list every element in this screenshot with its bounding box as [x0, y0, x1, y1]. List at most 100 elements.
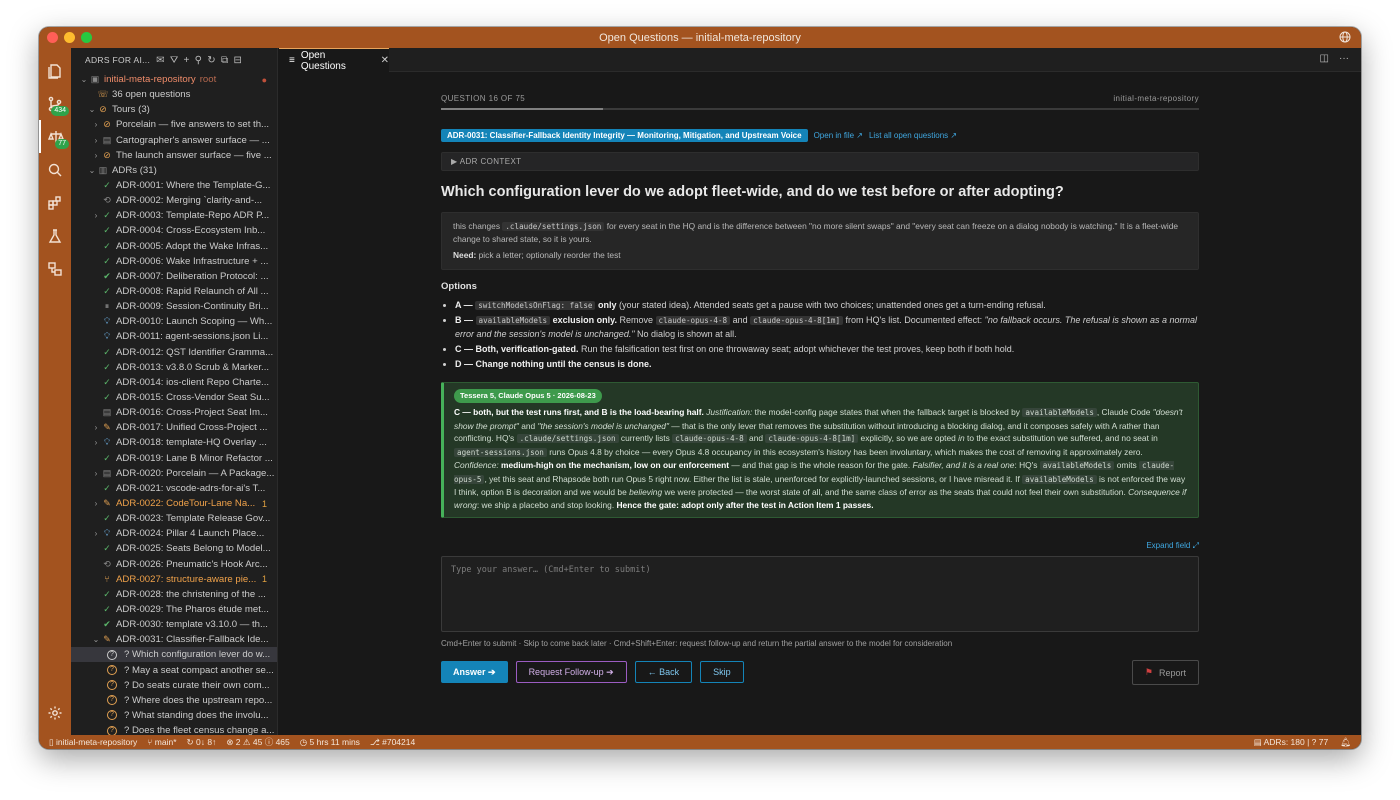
adr-item[interactable]: › 💡︎ ADR-0024: Pillar 4 Launch Place... — [71, 526, 277, 541]
adr-item[interactable]: ✓ ADR-0008: Rapid Relaunch of All ... — [71, 284, 277, 299]
remote-explorer-icon[interactable] — [39, 252, 71, 285]
adr-item[interactable]: 💡︎ ADR-0010: Launch Scoping — Wh... — [71, 314, 277, 329]
close-window-button[interactable] — [47, 32, 58, 43]
tree-root[interactable]: ⌄ ▣ initial-meta-repository root ● — [71, 72, 277, 87]
adr-item[interactable]: ✓ ADR-0021: vscode-adrs-for-ai's T... — [71, 481, 277, 496]
adr-item[interactable]: ✓ ADR-0004: Cross-Ecosystem Inb... — [71, 223, 277, 238]
adrs-icon[interactable]: 77 — [39, 120, 71, 153]
adr-item[interactable]: ⑂ ADR-0027: structure-aware pie... 1 — [71, 572, 277, 587]
skip-button[interactable]: Skip — [700, 661, 744, 684]
check-icon: ✓ — [103, 543, 111, 554]
question-item[interactable]: ? ? Which configuration lever do w... — [71, 647, 277, 663]
adr-item[interactable]: ▤ ADR-0016: Cross-Project Seat Im... — [71, 405, 277, 420]
tab-open-questions[interactable]: ≡ Open Questions ✕ — [279, 48, 389, 72]
adr-item[interactable]: ✓ ADR-0025: Seats Belong to Model... — [71, 541, 277, 556]
adr-item[interactable]: 💡︎ ADR-0011: agent-sessions.json Li... — [71, 329, 277, 344]
question-item[interactable]: ? ? Does the fleet census change a... — [71, 723, 277, 735]
zoom-window-button[interactable] — [81, 32, 92, 43]
question-item[interactable]: ? ? Where does the upstream repo... — [71, 693, 277, 708]
adr-item[interactable]: ✓ ADR-0014: ios-client Repo Charte... — [71, 375, 277, 390]
chevron-right-icon: › — [94, 468, 98, 478]
search-icon[interactable] — [39, 153, 71, 186]
adr-item[interactable]: › ✎ ADR-0022: CodeTour-Lane Na... 1 — [71, 496, 277, 511]
back-button[interactable]: ← Back — [634, 661, 693, 684]
open-in-file-link[interactable]: Open in file ↗ — [814, 131, 863, 140]
more-actions-icon[interactable]: ··· — [1339, 53, 1349, 64]
tours-group[interactable]: ⌄ ⊘ Tours (3) — [71, 102, 277, 117]
extensions-icon[interactable] — [39, 186, 71, 219]
adr-label: ADR-0020: Porcelain — A Package... — [116, 467, 275, 479]
check-icon: ✓ — [103, 180, 111, 191]
status-repo[interactable]: ▯ initial-meta-repository — [49, 737, 137, 748]
close-tab-icon[interactable]: ✕ — [381, 55, 389, 66]
split-editor-icon[interactable]: ◫ — [1320, 53, 1329, 64]
adr-item[interactable]: ✓ ADR-0005: Adopt the Wake Infras... — [71, 239, 277, 254]
bulb-icon: 💡︎ — [103, 316, 111, 327]
testing-icon[interactable] — [39, 219, 71, 252]
tour-item[interactable]: › ▤ Cartographer's answer surface — ... — [71, 133, 277, 148]
status-sync[interactable]: ↻ 0↓ 8↑ — [187, 737, 217, 748]
question-item[interactable]: ? ? What standing does the involu... — [71, 708, 277, 723]
chevron-down-icon: ⌄ — [88, 105, 96, 115]
question-item[interactable]: ? ? Do seats curate their own com... — [71, 678, 277, 693]
adr-item[interactable]: ✔ ADR-0030: template v3.10.0 — th... — [71, 617, 277, 632]
adr-item[interactable]: ✓ ADR-0013: v3.8.0 Scrub & Marker... — [71, 360, 277, 375]
status-branch[interactable]: ⑂ main* — [147, 737, 176, 747]
answer-input[interactable]: Type your answer… (Cmd+Enter to submit) — [441, 556, 1199, 633]
comment-icon[interactable]: ✉ — [156, 55, 165, 66]
adr-item[interactable]: ✓ ADR-0006: Wake Infrastructure + ... — [71, 254, 277, 269]
copy-icon[interactable]: ⧉ — [221, 55, 228, 66]
check-icon: ✓ — [103, 286, 111, 297]
options-title: Options — [441, 281, 477, 292]
ans-code6: availableModels — [1039, 461, 1115, 471]
explorer-icon[interactable] — [39, 54, 71, 87]
adr-item[interactable]: ✓ ADR-0028: the christening of the ... — [71, 587, 277, 602]
answer-button[interactable]: Answer ➔ — [441, 661, 508, 684]
status-adrs[interactable]: ▤ ADRs: 180 | ? 77 — [1254, 737, 1329, 748]
adr-item[interactable]: ⟲ ADR-0002: Merging `clarity-and-... — [71, 193, 277, 208]
status-pr[interactable]: ⎇ #704214 — [370, 737, 415, 748]
root-sub-label: root — [199, 74, 217, 86]
question-icon: ? — [107, 680, 117, 691]
adr-context-toggle[interactable]: ▶ ADR CONTEXT — [441, 152, 1199, 171]
adr-item[interactable]: › ✎ ADR-0017: Unified Cross-Project ... — [71, 420, 277, 435]
settings-gear-icon[interactable] — [39, 696, 71, 729]
list-all-questions-link[interactable]: List all open questions ↗ — [869, 131, 957, 140]
collapse-all-icon[interactable]: ⊟ — [233, 55, 242, 66]
adr-item[interactable]: › ✓ ADR-0003: Template-Repo ADR P... — [71, 208, 277, 223]
adrs-group[interactable]: ⌄ ▥ ADRs (31) — [71, 163, 277, 178]
adr-item[interactable]: ✓ ADR-0015: Cross-Vendor Seat Su... — [71, 390, 277, 405]
minimize-window-button[interactable] — [64, 32, 75, 43]
question-header: QUESTION 16 OF 75 initial-meta-repositor… — [441, 94, 1199, 103]
adr-item[interactable]: ✓ ADR-0012: QST Identifier Gramma... — [71, 345, 277, 360]
adr-item[interactable]: ✓ ADR-0019: Lane B Minor Refactor ... — [71, 451, 277, 466]
pin-icon[interactable]: ⚲ — [195, 55, 203, 66]
report-button[interactable]: ⚑ Report — [1131, 660, 1199, 686]
tour-item[interactable]: › ⊘ The launch answer surface — five ... — [71, 148, 277, 163]
adr-item[interactable]: › ▤ ADR-0020: Porcelain — A Package... — [71, 466, 277, 481]
globe-icon[interactable] — [1339, 31, 1351, 46]
question-item[interactable]: ? ? May a seat compact another se... — [71, 662, 277, 677]
adr-item[interactable]: ✔ ADR-0007: Deliberation Protocol: ... — [71, 269, 277, 284]
report-label: Report — [1158, 667, 1186, 678]
adr-item[interactable]: › 💡︎ ADR-0018: template-HQ Overlay ... — [71, 435, 277, 450]
request-follow-up-button[interactable]: Request Follow-up ➔ — [515, 661, 627, 684]
add-icon[interactable]: + — [184, 55, 190, 66]
expand-field-link[interactable]: Expand field ⤢ — [441, 541, 1199, 551]
refresh-icon[interactable]: ↻ — [207, 55, 216, 66]
adr-item[interactable]: ✓ ADR-0029: The Pharos étude met... — [71, 602, 277, 617]
adr-item[interactable]: ✓ ADR-0023: Template Release Gov... — [71, 511, 277, 526]
adr-item[interactable]: ⌄ ✎ ADR-0031: Classifier-Fallback Ide... — [71, 632, 277, 647]
adr-item[interactable]: ⏸ ADR-0009: Session-Continuity Bri... — [71, 299, 277, 314]
open-questions-item[interactable]: ☏ 36 open questions — [71, 87, 277, 102]
source-control-icon[interactable]: 434 — [39, 87, 71, 120]
notifications-bell-icon[interactable]: 🔔︎ — [1340, 737, 1351, 748]
status-repo-label: initial-meta-repository — [56, 736, 138, 747]
tour-item[interactable]: › ⊘ Porcelain — five answers to set th..… — [71, 117, 277, 132]
adr-item[interactable]: ⟲ ADR-0026: Pneumatic's Hook Arc... — [71, 557, 277, 572]
status-time[interactable]: ◷ 5 hrs 11 mins — [300, 737, 360, 748]
filter-icon[interactable]: ⛛ — [170, 55, 179, 66]
adr-item[interactable]: ✓ ADR-0001: Where the Template-G... — [71, 178, 277, 193]
status-problems[interactable]: ⊗ 2 ⚠ 45 ⓘ 465 — [226, 736, 289, 748]
adr-pill[interactable]: ADR-0031: Classifier-Fallback Identity I… — [441, 129, 808, 142]
